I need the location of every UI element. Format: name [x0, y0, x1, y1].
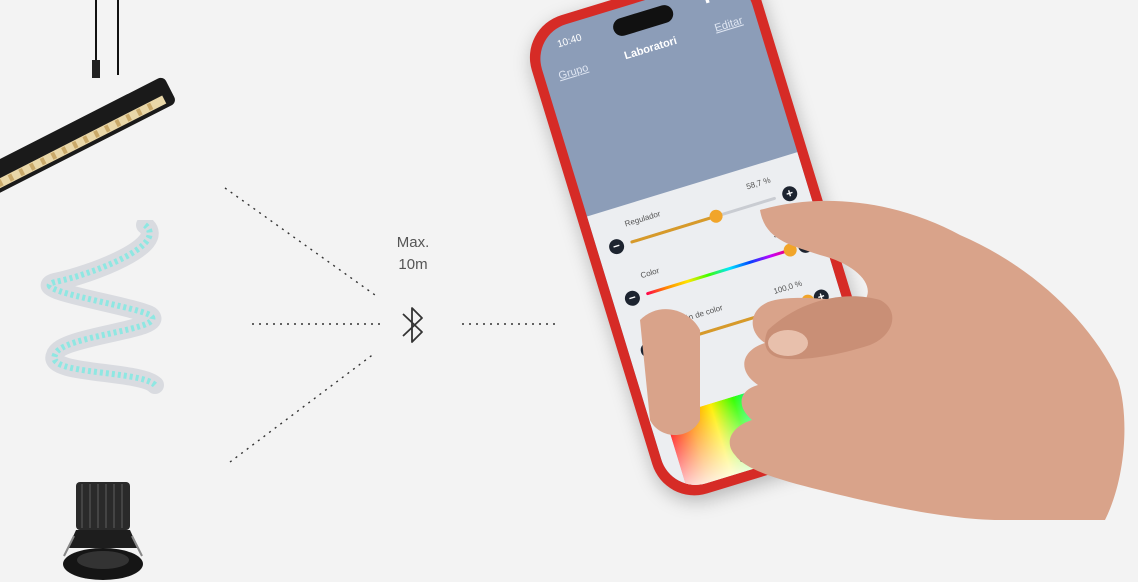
hand: [640, 200, 1125, 520]
